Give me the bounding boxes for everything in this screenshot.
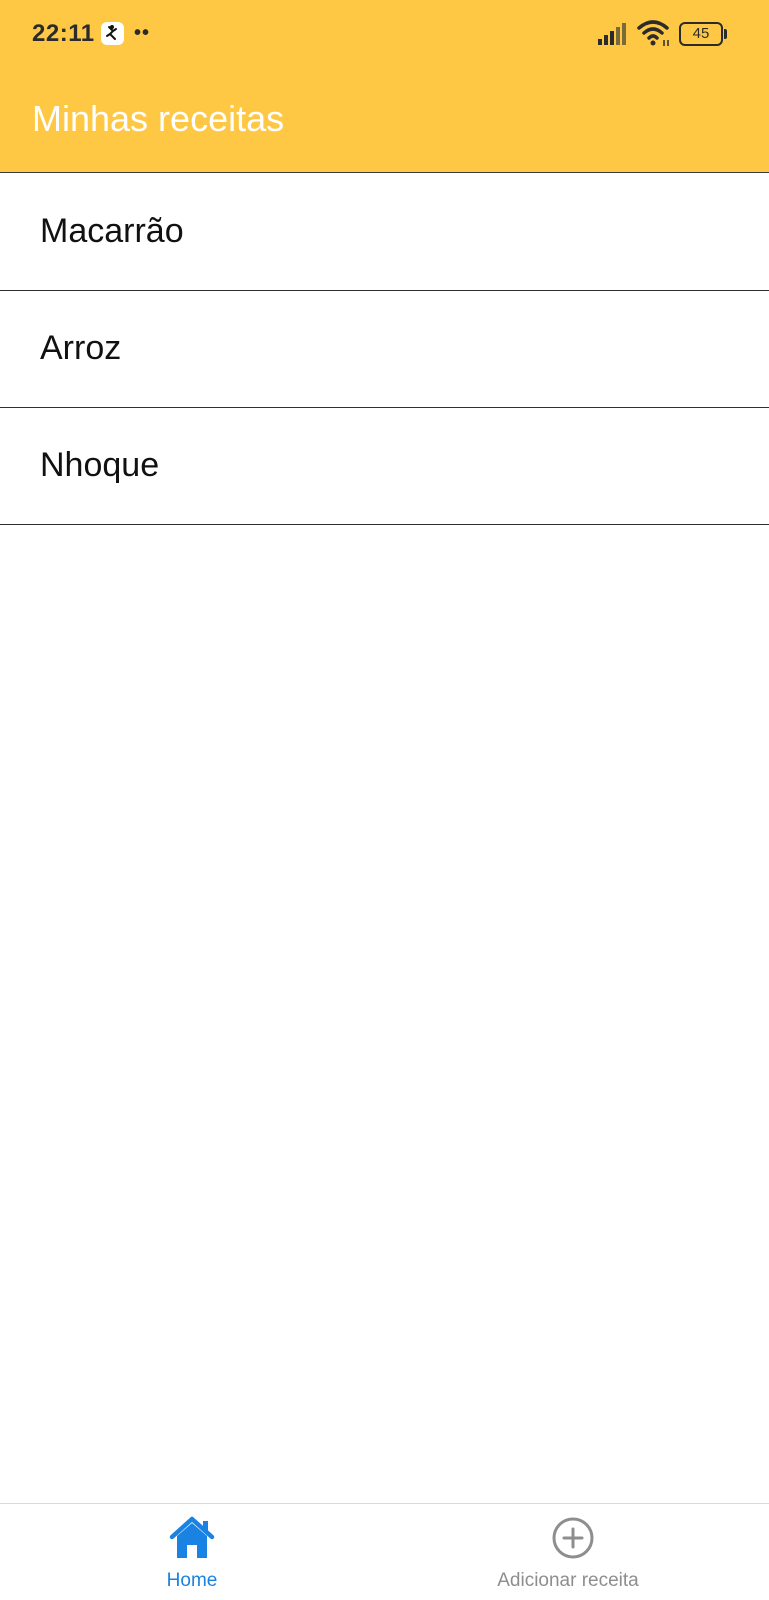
recipe-list-item[interactable]: Arroz [0, 291, 769, 408]
tab-add-recipe-label: Adicionar receita [497, 1570, 639, 1591]
tab-home[interactable]: Home [0, 1504, 384, 1600]
recipe-list-item[interactable]: Macarrão [0, 174, 769, 291]
bottom-tab-bar: Home Adicionar receita [0, 1503, 769, 1600]
app-screen: 22:11 •• 45 Minhas receitas Macarrão Arr… [0, 0, 769, 1600]
recipe-list-item[interactable]: Nhoque [0, 408, 769, 525]
tab-add-recipe[interactable]: Adicionar receita [385, 1504, 769, 1600]
notification-app-icon [101, 22, 124, 45]
home-icon [168, 1514, 216, 1562]
battery-tip [724, 29, 727, 39]
recipe-list: Macarrão Arroz Nhoque [0, 174, 769, 525]
page-title: Minhas receitas [32, 98, 285, 139]
battery-icon: 45 [679, 22, 727, 46]
tab-home-label: Home [166, 1570, 218, 1591]
add-circle-icon [551, 1516, 595, 1560]
cellular-signal-icon [598, 22, 628, 46]
notification-dots: •• [134, 22, 151, 44]
app-header: 22:11 •• 45 Minhas receitas [0, 0, 769, 173]
wifi-icon [637, 18, 671, 48]
status-bar: 22:11 •• 45 [0, 0, 769, 70]
status-time: 22:11 [32, 20, 95, 47]
battery-level: 45 [692, 25, 710, 42]
